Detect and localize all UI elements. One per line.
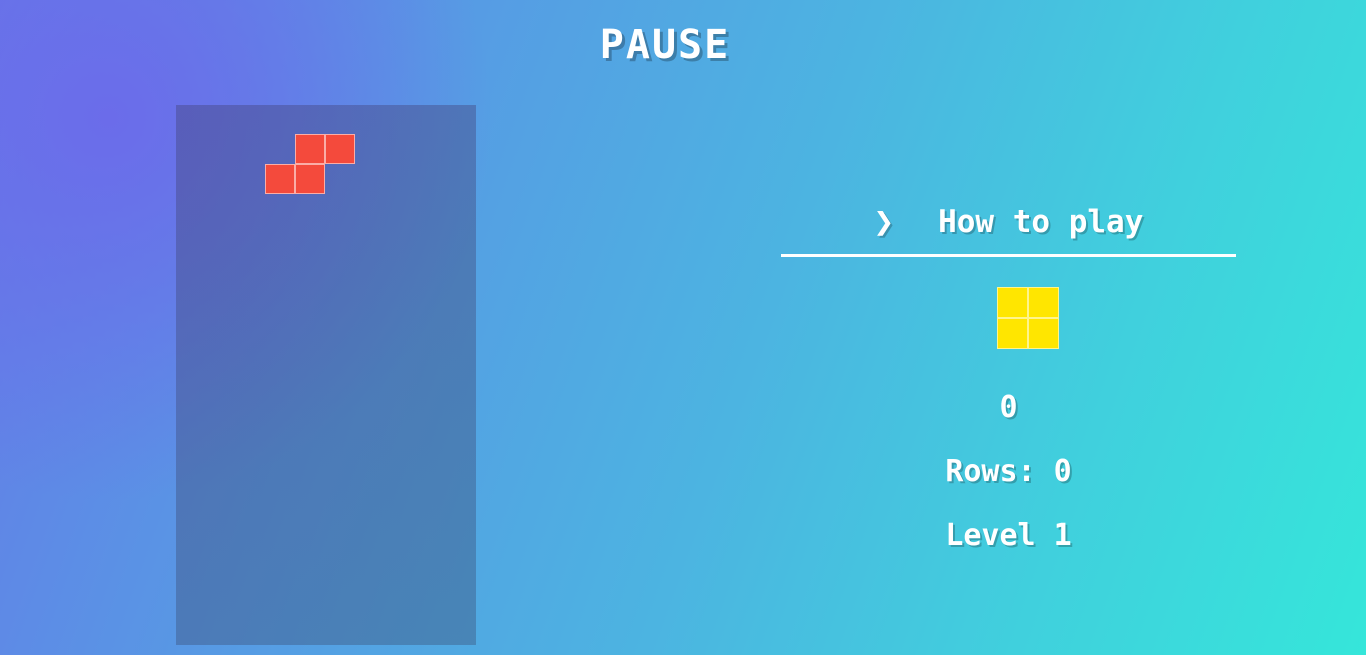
next-piece-block xyxy=(1028,287,1059,318)
next-piece-block xyxy=(1028,318,1059,349)
score-value: 0 xyxy=(999,390,1018,425)
active-piece-block xyxy=(325,134,355,164)
rows-counter: Rows: 0 xyxy=(781,454,1236,489)
active-piece-block xyxy=(295,134,325,164)
level-label: Level xyxy=(945,518,1036,553)
active-piece-block xyxy=(295,164,325,194)
how-to-play-button[interactable]: ❯ How to play xyxy=(781,190,1236,257)
next-piece-block xyxy=(997,318,1028,349)
game-board xyxy=(176,105,476,645)
active-piece-block xyxy=(265,164,295,194)
pause-button[interactable]: PAUSE xyxy=(0,22,1330,68)
chevron-right-icon: ❯ xyxy=(873,202,895,242)
rows-label: Rows: xyxy=(945,454,1036,489)
score: 0 xyxy=(781,390,1236,425)
level-value: 1 xyxy=(1053,518,1072,553)
next-piece-preview xyxy=(997,287,1059,349)
rows-value: 0 xyxy=(1053,454,1072,489)
next-piece-block xyxy=(997,287,1028,318)
how-to-play-label: How to play xyxy=(938,204,1144,240)
level-indicator: Level 1 xyxy=(781,518,1236,553)
